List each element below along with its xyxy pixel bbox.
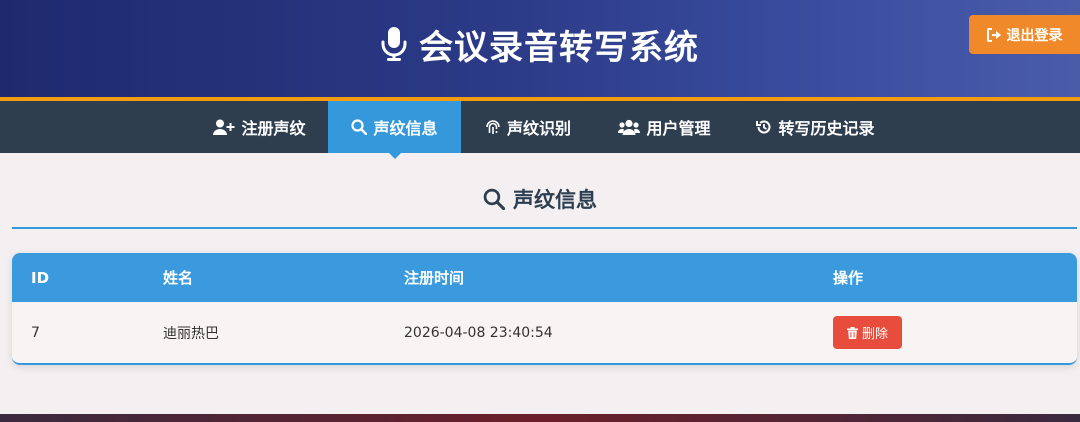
user-plus-icon xyxy=(213,119,235,135)
nav-item-register-voiceprint[interactable]: 注册声纹 xyxy=(201,101,318,153)
column-header-registered-time: 注册时间 xyxy=(404,269,465,287)
trash-icon xyxy=(846,326,858,339)
section-title-text: 声纹信息 xyxy=(513,188,597,212)
nav-item-label: 声纹信息 xyxy=(373,119,438,138)
logout-button[interactable]: 退出登录 xyxy=(969,15,1080,54)
history-icon xyxy=(756,120,771,134)
nav-item-label: 声纹识别 xyxy=(506,119,571,138)
voiceprint-table: ID 姓名 注册时间 操作 7 迪丽热巴 2026-04-08 23:40:54… xyxy=(12,253,1077,365)
app-header: 会议录音转写系统 退出登录 xyxy=(0,0,1080,97)
microphone-icon xyxy=(381,26,407,62)
table-header: ID 姓名 注册时间 操作 xyxy=(12,253,1077,302)
nav-item-voiceprint-recognition[interactable]: 声纹识别 xyxy=(471,101,585,153)
app-title-bar: 会议录音转写系统 xyxy=(0,0,1080,88)
column-header-name: 姓名 xyxy=(163,269,194,287)
app-title: 会议录音转写系统 xyxy=(419,27,699,68)
section-title: 声纹信息 xyxy=(0,182,1080,216)
nav-item-label: 注册声纹 xyxy=(241,119,306,138)
sign-out-icon xyxy=(986,27,1001,42)
users-icon xyxy=(618,119,641,135)
footer-strip xyxy=(0,414,1080,422)
search-icon xyxy=(483,188,505,210)
column-header-actions: 操作 xyxy=(833,269,864,287)
nav-item-voiceprint-info[interactable]: 声纹信息 xyxy=(328,101,461,159)
cell-id: 7 xyxy=(31,324,40,341)
nav-item-user-management[interactable]: 用户管理 xyxy=(609,101,720,153)
delete-label: 删除 xyxy=(861,327,888,342)
logout-label: 退出登录 xyxy=(1006,27,1063,44)
cell-name: 迪丽热巴 xyxy=(163,325,219,342)
table-row: 7 迪丽热巴 2026-04-08 23:40:54 删除 xyxy=(12,302,1077,363)
nav-item-transcription-history[interactable]: 转写历史记录 xyxy=(746,101,885,153)
nav-item-label: 转写历史记录 xyxy=(778,119,875,138)
section-divider xyxy=(12,227,1077,229)
search-icon xyxy=(351,119,368,135)
nav-item-label: 用户管理 xyxy=(646,119,711,138)
cell-registered-time: 2026-04-08 23:40:54 xyxy=(404,324,553,341)
fingerprint-icon xyxy=(486,120,500,134)
delete-button[interactable]: 删除 xyxy=(833,316,902,349)
main-nav: 注册声纹 声纹信息 声纹识别 用户管理 转写历史记录 xyxy=(0,101,1080,159)
column-header-id: ID xyxy=(31,268,50,287)
